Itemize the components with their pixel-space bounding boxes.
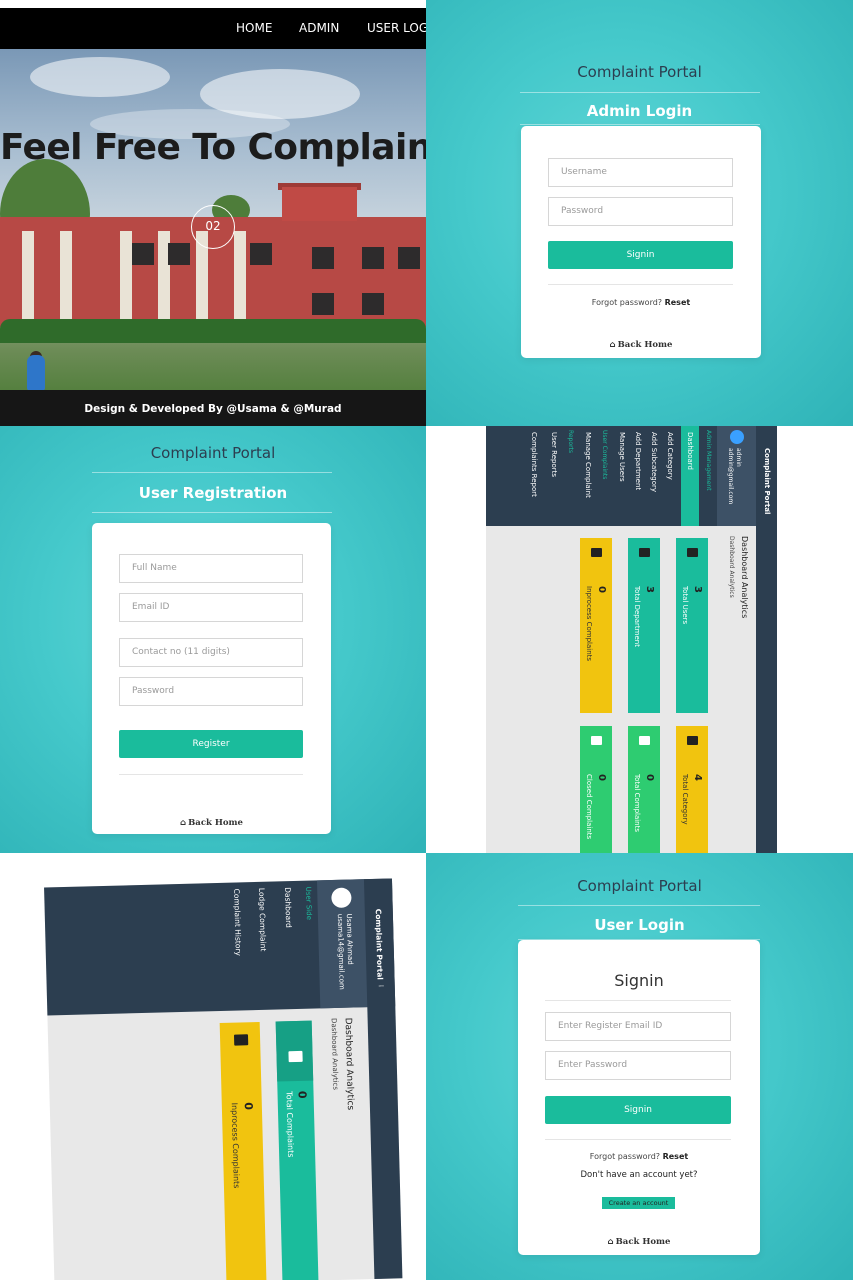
- user-complaints-section: User Complaints: [601, 430, 608, 480]
- dashboard-heading: Dashboard Analytics: [342, 1017, 355, 1111]
- brand-title: Complaint Portal: [763, 448, 771, 515]
- home-icon: ⌂: [609, 340, 616, 350]
- full-name-input[interactable]: Full Name: [119, 554, 303, 583]
- hero-slider: Feel Free To Complaint 02: [0, 49, 426, 391]
- forgot-password-text: Forgot password?: [589, 1152, 661, 1161]
- create-account-button[interactable]: Create an account: [602, 1197, 675, 1209]
- menu-dashboard[interactable]: Dashboard: [283, 887, 293, 928]
- person-figure: [27, 355, 45, 391]
- stat-card-total-department[interactable]: 3 Total Department: [628, 538, 660, 713]
- stat-card-total-complaints[interactable]: 0 Total Complaints: [275, 1020, 319, 1280]
- user-dashboard: Complaint Portal ⁞ Usama Ahmad usama14@g…: [44, 878, 403, 1280]
- admin-dashboard: Complaint Portal ⁞ admin admin@gmail.com…: [486, 426, 777, 853]
- menu-manage-complaint[interactable]: Manage Complaint: [584, 432, 592, 498]
- password-input[interactable]: Password: [548, 197, 733, 226]
- user-login-panel: Complaint Portal User Login Signin Enter…: [426, 853, 853, 1280]
- username-input[interactable]: Username: [548, 158, 733, 187]
- brand-title: Complaint Portal: [373, 908, 385, 981]
- user-dashboard-panel: Complaint Portal ⁞ Usama Ahmad usama14@g…: [0, 853, 426, 1280]
- password-input[interactable]: Enter Password: [545, 1051, 731, 1080]
- portal-title: Complaint Portal: [150, 444, 276, 462]
- stat-card-inprocess-complaints[interactable]: 0 Inprocess Complaints: [580, 538, 612, 713]
- menu-dashboard[interactable]: Dashboard: [686, 432, 694, 470]
- slide-indicator[interactable]: 02: [191, 205, 235, 249]
- stat-card-total-category[interactable]: 4 Total Category: [676, 726, 708, 853]
- user-name: Usama Ahmad: [344, 913, 355, 965]
- back-home-link[interactable]: ⌂ Back Home: [92, 818, 331, 828]
- dashboard-heading: Dashboard Analytics: [740, 536, 749, 619]
- forgot-password-row: Forgot password? Reset: [521, 298, 761, 307]
- menu-add-department[interactable]: Add Department: [634, 432, 642, 490]
- user-login-card: Signin Enter Register Email ID Enter Pas…: [518, 940, 760, 1255]
- nav-home-link[interactable]: HOME: [236, 21, 272, 35]
- menu-toggle-icon[interactable]: ⁞: [377, 985, 385, 987]
- forgot-password-text: Forgot password?: [591, 298, 663, 307]
- password-input[interactable]: Password: [119, 677, 303, 706]
- home-icon: ⌂: [180, 818, 187, 828]
- menu-complaints-report[interactable]: Complaints Report: [530, 432, 538, 497]
- stat-card-total-complaints[interactable]: 0 Total Complaints: [628, 726, 660, 853]
- menu-manage-users[interactable]: Manage Users: [618, 432, 626, 482]
- menu-user-reports[interactable]: User Reports: [550, 432, 558, 477]
- registration-card: Full Name Email ID Contact no (11 digits…: [92, 523, 331, 834]
- menu-lodge-complaint[interactable]: Lodge Complaint: [257, 888, 268, 952]
- registration-heading: User Registration: [138, 484, 288, 502]
- admin-email: admin@gmail.com: [727, 448, 734, 505]
- back-home-link[interactable]: ⌂ Back Home: [521, 340, 761, 350]
- menu-complaint-history[interactable]: Complaint History: [232, 888, 243, 956]
- stat-card-closed-complaints[interactable]: 0 Closed Complaints: [580, 726, 612, 853]
- stat-card-inprocess-complaints[interactable]: 0 Inprocess Complaints: [219, 1021, 267, 1280]
- menu-toggle-icon[interactable]: ⁞: [763, 510, 771, 512]
- reports-section: Reports: [567, 430, 574, 454]
- breadcrumb: Dashboard Analytics: [329, 1017, 340, 1091]
- signin-heading: Signin: [614, 971, 664, 990]
- admin-avatar: [730, 430, 744, 444]
- site-footer: Design & Developed By @Usama & @Murad: [0, 390, 426, 426]
- reset-link[interactable]: Reset: [663, 1152, 689, 1161]
- admin-login-panel: Complaint Portal Admin Login Username Pa…: [426, 0, 853, 426]
- back-home-link[interactable]: ⌂ Back Home: [518, 1237, 760, 1247]
- no-account-text: Don't have an account yet?: [580, 1170, 698, 1180]
- home-icon: ⌂: [607, 1237, 614, 1247]
- nav-user-login-link[interactable]: USER LOGI: [367, 21, 426, 35]
- top-navbar: HOME ADMIN USER LOGI: [0, 8, 426, 49]
- forgot-password-row: Forgot password? Reset: [518, 1152, 760, 1161]
- reset-link[interactable]: Reset: [665, 298, 691, 307]
- signin-button[interactable]: Signin: [548, 241, 733, 269]
- portal-title: Complaint Portal: [577, 877, 702, 895]
- register-button[interactable]: Register: [119, 730, 303, 758]
- email-input[interactable]: Enter Register Email ID: [545, 1012, 731, 1041]
- user-login-heading: User Login: [594, 916, 685, 934]
- signin-button[interactable]: Signin: [545, 1096, 731, 1124]
- portal-title: Complaint Portal: [577, 63, 702, 81]
- admin-management-section: Admin Management: [705, 430, 712, 491]
- admin-dashboard-panel: Complaint Portal ⁞ admin admin@gmail.com…: [426, 426, 853, 853]
- nav-admin-link[interactable]: ADMIN: [299, 21, 339, 35]
- stat-card-total-users[interactable]: 3 Total Users: [676, 538, 708, 713]
- admin-name: admin: [735, 448, 742, 467]
- menu-add-subcategory[interactable]: Add Subcategory: [650, 432, 658, 492]
- breadcrumb: Dashboard Analytics: [728, 536, 735, 598]
- hero-title: Feel Free To Complaint: [0, 127, 426, 168]
- menu-add-category[interactable]: Add Category: [666, 432, 674, 480]
- email-input[interactable]: Email ID: [119, 593, 303, 622]
- user-registration-panel: Complaint Portal User Registration Full …: [0, 426, 426, 853]
- login-card: Username Password Signin Forgot password…: [521, 126, 761, 358]
- landing-panel: HOME ADMIN USER LOGI Feel Free To Compla…: [0, 0, 426, 426]
- admin-login-heading: Admin Login: [586, 102, 693, 120]
- contact-input[interactable]: Contact no (11 digits): [119, 638, 303, 667]
- user-side-section: User Side: [304, 886, 313, 921]
